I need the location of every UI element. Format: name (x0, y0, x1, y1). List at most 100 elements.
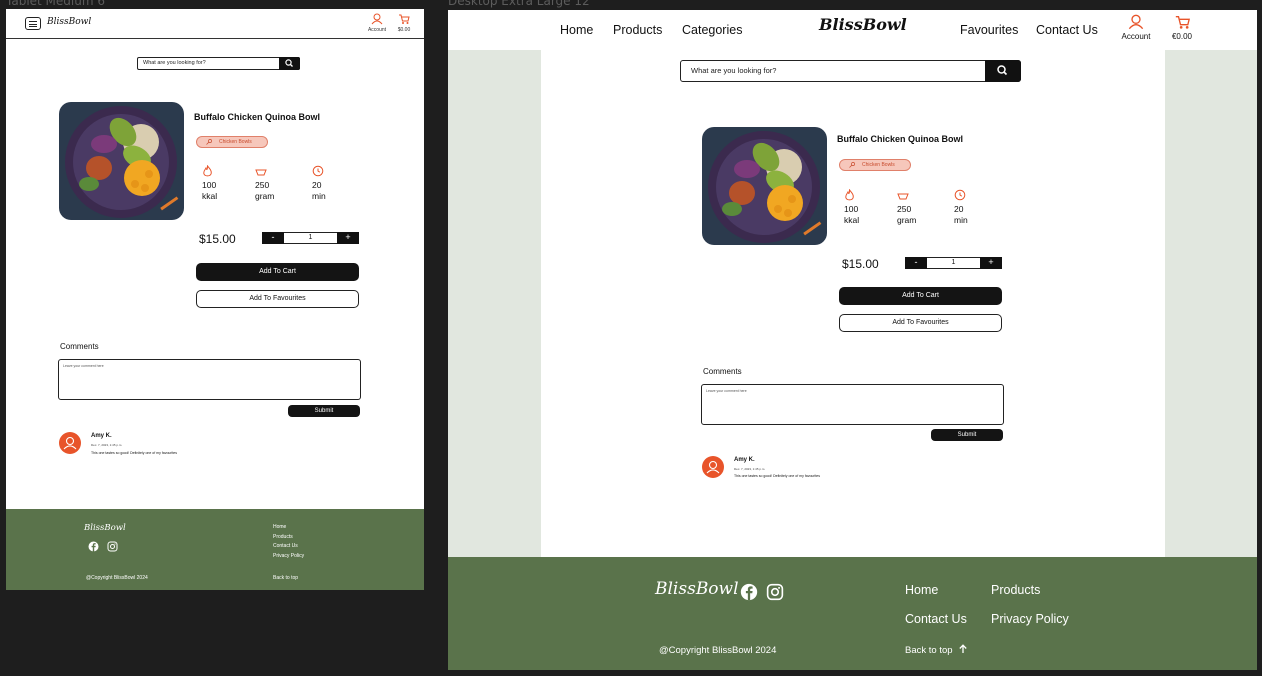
search-input[interactable]: What are you looking for? (691, 66, 776, 75)
stat-unit: kkal (844, 215, 860, 225)
footer-link-contact[interactable]: Contact Us (273, 542, 304, 552)
copyright: @Copyright BlissBowl 2024 (659, 645, 777, 656)
category-tag[interactable]: Chicken Bowls (196, 136, 268, 148)
footer: BlissBowl Home Products Contact Us Priva… (6, 509, 424, 590)
cart-button[interactable]: $0.00 (394, 13, 414, 33)
add-to-favourites-button[interactable]: Add To Favourites (839, 314, 1002, 332)
stat-weight: 250 gram (255, 165, 285, 202)
category-tag-label: Chicken Bowls (219, 139, 252, 145)
footer: BlissBowl Home Products Contact Us Priva… (448, 557, 1257, 670)
nav-contact-us[interactable]: Contact Us (1036, 23, 1098, 37)
back-to-top-link[interactable]: Back to top (273, 575, 298, 581)
stat-value: 100 (202, 180, 217, 190)
product-image (702, 127, 827, 245)
drumstick-icon (849, 162, 855, 168)
stat-value: 250 (897, 204, 912, 214)
increase-quantity-button[interactable]: + (337, 232, 359, 244)
search-bar: What are you looking for? (680, 60, 1021, 82)
desktop-frame: Home Products Categories BlissBowl Favou… (448, 10, 1257, 670)
drumstick-icon (206, 139, 212, 145)
comment-textarea[interactable]: Leave your comment here (701, 384, 1004, 425)
cart-icon (1175, 16, 1190, 29)
flame-icon (845, 188, 854, 201)
footer-link-contact[interactable]: Contact Us (905, 612, 967, 626)
avatar (702, 456, 724, 478)
stat-value: 20 (954, 204, 964, 214)
footer-logo[interactable]: BlissBowl (84, 523, 126, 533)
facebook-icon[interactable] (88, 541, 99, 552)
comment-date: Dec. 7, 2023, 1:45 p.m. (91, 443, 123, 447)
clock-icon (312, 165, 324, 177)
add-to-cart-button[interactable]: Add To Cart (839, 287, 1002, 305)
account-button[interactable]: Account (1117, 14, 1155, 41)
account-icon (371, 13, 383, 25)
facebook-icon[interactable] (740, 583, 758, 601)
account-label: Account (367, 27, 387, 33)
main-content: What are you looking for? Buffalo Chicke… (541, 50, 1165, 557)
nav-home[interactable]: Home (560, 23, 593, 37)
comment-text: This one tastes so good! Definitely one … (91, 451, 177, 455)
add-to-cart-button[interactable]: Add To Cart (196, 263, 359, 281)
comments-heading: Comments (703, 367, 742, 376)
comment-placeholder: Leave your comment here (706, 389, 747, 393)
back-to-top-link[interactable]: Back to top (905, 644, 968, 656)
stat-unit: gram (897, 215, 917, 225)
nav-categories[interactable]: Categories (682, 23, 742, 37)
cart-total: $0.00 (397, 27, 411, 33)
account-button[interactable]: Account (366, 13, 388, 33)
search-button[interactable] (985, 60, 1021, 82)
account-label: Account (1121, 32, 1151, 41)
search-button[interactable] (279, 57, 300, 70)
hamburger-menu-icon[interactable] (25, 17, 41, 30)
nav-products[interactable]: Products (613, 23, 662, 37)
comment-textarea[interactable]: Leave your comment here (58, 359, 361, 400)
instagram-icon[interactable] (766, 583, 784, 601)
product-price: $15.00 (199, 232, 236, 246)
add-to-favourites-button[interactable]: Add To Favourites (196, 290, 359, 308)
account-icon (1128, 14, 1144, 30)
search-icon (285, 59, 293, 67)
footer-link-products[interactable]: Products (273, 533, 304, 543)
comment-text: This one tastes so good! Definitely one … (734, 474, 820, 478)
arrow-up-icon (959, 644, 967, 653)
desktop-frame-label: Desktop Extra Large 12 (448, 0, 590, 8)
footer-link-privacy[interactable]: Privacy Policy (273, 552, 304, 562)
user-icon (706, 460, 720, 474)
tablet-frame: BlissBowl Account $0.00 What are you loo… (6, 9, 424, 590)
comments-heading: Comments (60, 342, 99, 351)
avatar (59, 432, 81, 454)
footer-link-home[interactable]: Home (273, 523, 304, 533)
comment-author: Amy K. (91, 433, 112, 439)
cart-button[interactable]: €0.00 (1166, 14, 1198, 41)
search-input[interactable]: What are you looking for? (143, 60, 206, 66)
product-title: Buffalo Chicken Quinoa Bowl (837, 134, 964, 144)
stat-unit: gram (255, 191, 275, 201)
stat-unit: kkal (202, 191, 218, 201)
footer-link-products[interactable]: Products (991, 583, 1040, 597)
category-tag[interactable]: Chicken Bowls (839, 159, 911, 171)
stat-time: 20 min (954, 189, 984, 226)
stat-calories: 100 kkal (844, 188, 874, 226)
desktop-header: Home Products Categories BlissBowl Favou… (448, 10, 1257, 50)
footer-links: Home Products Contact Us Privacy Policy (273, 523, 304, 561)
footer-logo[interactable]: BlissBowl (655, 579, 739, 599)
clock-icon (954, 189, 966, 201)
copyright: @Copyright BlissBowl 2024 (86, 575, 148, 581)
increase-quantity-button[interactable]: + (980, 257, 1002, 269)
back-to-top-label: Back to top (905, 645, 953, 656)
instagram-icon[interactable] (107, 541, 118, 552)
product-title: Buffalo Chicken Quinoa Bowl (194, 112, 321, 122)
bowl-icon (897, 193, 909, 200)
quantity-stepper: - 1 + (905, 257, 1002, 269)
stat-value: 250 (255, 180, 270, 190)
brand-logo[interactable]: BlissBowl (819, 15, 907, 34)
product-image (59, 102, 184, 220)
submit-comment-button[interactable]: Submit (288, 405, 360, 417)
flame-icon (203, 164, 212, 177)
brand-logo[interactable]: BlissBowl (47, 17, 91, 27)
category-tag-label: Chicken Bowls (862, 162, 895, 168)
footer-link-privacy[interactable]: Privacy Policy (991, 612, 1069, 626)
nav-favourites[interactable]: Favourites (960, 23, 1018, 37)
submit-comment-button[interactable]: Submit (931, 429, 1003, 441)
footer-link-home[interactable]: Home (905, 583, 938, 597)
